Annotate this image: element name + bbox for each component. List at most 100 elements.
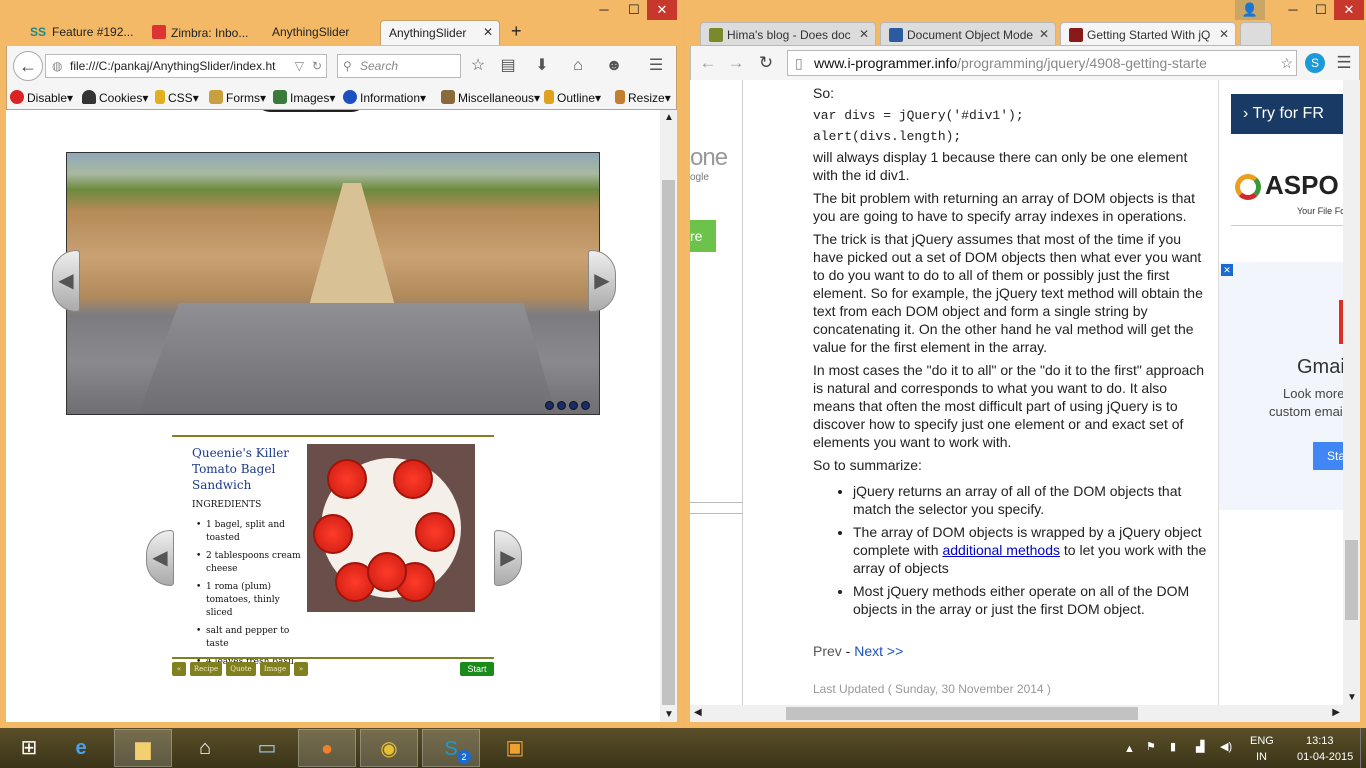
close-button[interactable]: ✕ xyxy=(1334,0,1364,20)
new-tab-button[interactable]: + xyxy=(505,20,533,45)
scroll-thumb[interactable] xyxy=(786,707,1138,720)
devbar-forms[interactable]: Forms▾ xyxy=(209,90,266,105)
minimize-button[interactable]: ─ xyxy=(589,0,619,20)
clock-date[interactable]: 01-04-2015 xyxy=(1297,750,1353,764)
nav-quote-button[interactable]: Quote xyxy=(226,662,256,676)
skype-icon[interactable]: S2 xyxy=(422,729,480,767)
devbar-disable[interactable]: Disable▾ xyxy=(10,90,73,105)
search-input[interactable]: ⚲ Search xyxy=(337,54,461,78)
nav-image-button[interactable]: Image xyxy=(260,662,290,676)
bookmark-star-icon[interactable]: ☆ xyxy=(467,55,489,77)
new-tab-button[interactable] xyxy=(1240,22,1272,46)
sidebar-fragment-button[interactable]: re xyxy=(690,220,716,252)
close-tab-icon[interactable]: ✕ xyxy=(483,25,493,39)
back-button[interactable]: ← xyxy=(13,51,43,81)
lenovo-monitor-icon[interactable]: ▭ xyxy=(238,729,296,767)
language-indicator[interactable]: ENG xyxy=(1250,734,1274,748)
scroll-down-icon[interactable]: ▼ xyxy=(664,709,674,720)
slider-dot[interactable] xyxy=(545,401,554,410)
flag-icon[interactable]: ⚑ xyxy=(1146,740,1156,754)
reload-icon[interactable]: ↻ xyxy=(755,52,777,74)
url-bar[interactable]: ◍ file:///C:/pankaj/AnythingSlider/index… xyxy=(45,54,327,78)
firefox-icon[interactable]: ● xyxy=(298,729,356,767)
start-button[interactable]: Start xyxy=(460,662,494,676)
devbar-cookies[interactable]: Cookies▾ xyxy=(82,90,148,105)
back-icon[interactable]: ← xyxy=(697,52,719,74)
ad-close-icon[interactable]: ✕ xyxy=(1221,264,1233,276)
signal-icon[interactable]: ▟ xyxy=(1196,740,1204,754)
omnibox[interactable]: ▯ www.i-programmer.info/programming/jque… xyxy=(787,50,1297,76)
aspose-ad[interactable]: ASPO Your File For xyxy=(1231,168,1360,226)
try-free-banner[interactable]: › Try for FR xyxy=(1231,94,1360,134)
slider-next-button[interactable]: ▶ xyxy=(588,250,616,312)
forward-icon[interactable]: → xyxy=(725,52,747,74)
next-link[interactable]: Next >> xyxy=(854,643,903,659)
scroll-thumb[interactable] xyxy=(1345,540,1358,620)
minimize-button[interactable]: ─ xyxy=(1278,0,1308,20)
show-desktop-button[interactable] xyxy=(1360,728,1366,768)
devbar-images[interactable]: Images▾ xyxy=(273,90,335,105)
clock-time[interactable]: 13:13 xyxy=(1306,734,1334,748)
profile-icon[interactable]: 👤 xyxy=(1235,0,1265,20)
scroll-down-icon[interactable]: ▼ xyxy=(1347,692,1357,703)
tab-feature[interactable]: SS Feature #192... xyxy=(22,20,140,45)
recipe-next-button[interactable]: ▶ xyxy=(494,530,522,586)
tab-anythingslider-1[interactable]: AnythingSlider xyxy=(264,20,376,45)
smiley-icon[interactable]: ☻ xyxy=(603,55,625,77)
close-tab-icon[interactable]: ✕ xyxy=(1218,27,1229,41)
nav-first-button[interactable]: « xyxy=(172,662,186,676)
tab-getting-started-jquery[interactable]: Getting Started With jQ ✕ xyxy=(1060,22,1236,46)
scroll-left-icon[interactable]: ◀ xyxy=(694,707,702,718)
devbar-resize[interactable]: Resize▾ xyxy=(615,90,671,105)
tray-expand-icon[interactable]: ▲ xyxy=(1124,742,1135,756)
devbar-label: CSS xyxy=(168,91,193,105)
tab-anythingslider-2[interactable]: AnythingSlider ✕ xyxy=(380,20,500,45)
battery-icon[interactable]: ▮ xyxy=(1170,740,1176,754)
slider-dot[interactable] xyxy=(557,401,566,410)
tab-hima-blog[interactable]: Hima's blog - Does doc ✕ xyxy=(700,22,876,46)
devbar-outline[interactable]: Outline▾ xyxy=(544,90,601,105)
devbar-css[interactable]: CSS▾ xyxy=(155,90,199,105)
recipe-prev-button[interactable]: ◀ xyxy=(146,530,174,586)
skype-extension-icon[interactable]: S xyxy=(1305,53,1325,73)
slider-dot[interactable] xyxy=(581,401,590,410)
devbar-information[interactable]: Information▾ xyxy=(343,90,426,105)
scroll-thumb[interactable] xyxy=(662,180,675,705)
chrome-icon[interactable]: ◉ xyxy=(360,729,418,767)
nav-recipe-button[interactable]: Recipe xyxy=(190,662,222,676)
region-indicator[interactable]: IN xyxy=(1256,750,1267,764)
reload-icon[interactable]: ↻ xyxy=(311,55,322,77)
slider-prev-button[interactable]: ◀ xyxy=(52,250,80,312)
scroll-right-icon[interactable]: ▶ xyxy=(1332,707,1340,718)
prev-link[interactable]: Prev xyxy=(813,643,842,659)
close-tab-icon[interactable]: ✕ xyxy=(1038,27,1049,41)
menu-icon[interactable]: ☰ xyxy=(645,55,667,77)
volume-icon[interactable]: ◀) xyxy=(1220,740,1232,754)
vertical-scrollbar[interactable]: ▲ ▼ xyxy=(660,110,677,722)
sublime-text-icon[interactable]: ▣ xyxy=(486,729,544,767)
dropdown-icon[interactable]: ▽ xyxy=(294,55,304,77)
menu-icon[interactable]: ☰ xyxy=(1333,52,1355,74)
bookmark-star-icon[interactable]: ☆ xyxy=(1280,51,1293,75)
home-icon[interactable]: ⌂ xyxy=(567,55,589,77)
maximize-button[interactable]: ☐ xyxy=(1306,0,1336,20)
vertical-scrollbar[interactable]: ▼ xyxy=(1343,80,1360,705)
gmail-ad[interactable]: ✕ Gmai Look more custom emai Star xyxy=(1219,262,1360,510)
internet-explorer-icon[interactable]: e xyxy=(52,729,110,767)
tab-dom[interactable]: Document Object Mode ✕ xyxy=(880,22,1056,46)
store-home-icon[interactable]: ⌂ xyxy=(176,729,234,767)
nav-last-button[interactable]: » xyxy=(294,662,308,676)
maximize-button[interactable]: ☐ xyxy=(619,0,649,20)
additional-methods-link[interactable]: additional methods xyxy=(942,542,1060,558)
scroll-up-icon[interactable]: ▲ xyxy=(664,112,674,123)
horizontal-scrollbar[interactable]: ◀ ▶ xyxy=(690,705,1360,722)
slider-dot[interactable] xyxy=(569,401,578,410)
file-explorer-icon[interactable]: ▆ xyxy=(114,729,172,767)
close-button[interactable]: ✕ xyxy=(647,0,677,20)
reading-list-icon[interactable]: ▤ xyxy=(497,55,519,77)
download-icon[interactable]: ⬇ xyxy=(531,55,553,77)
close-tab-icon[interactable]: ✕ xyxy=(858,27,869,41)
tab-zimbra[interactable]: Zimbra: Inbo... xyxy=(144,20,262,45)
devbar-miscellaneous[interactable]: Miscellaneous▾ xyxy=(441,90,540,105)
start-button[interactable]: ⊞ xyxy=(0,729,58,767)
